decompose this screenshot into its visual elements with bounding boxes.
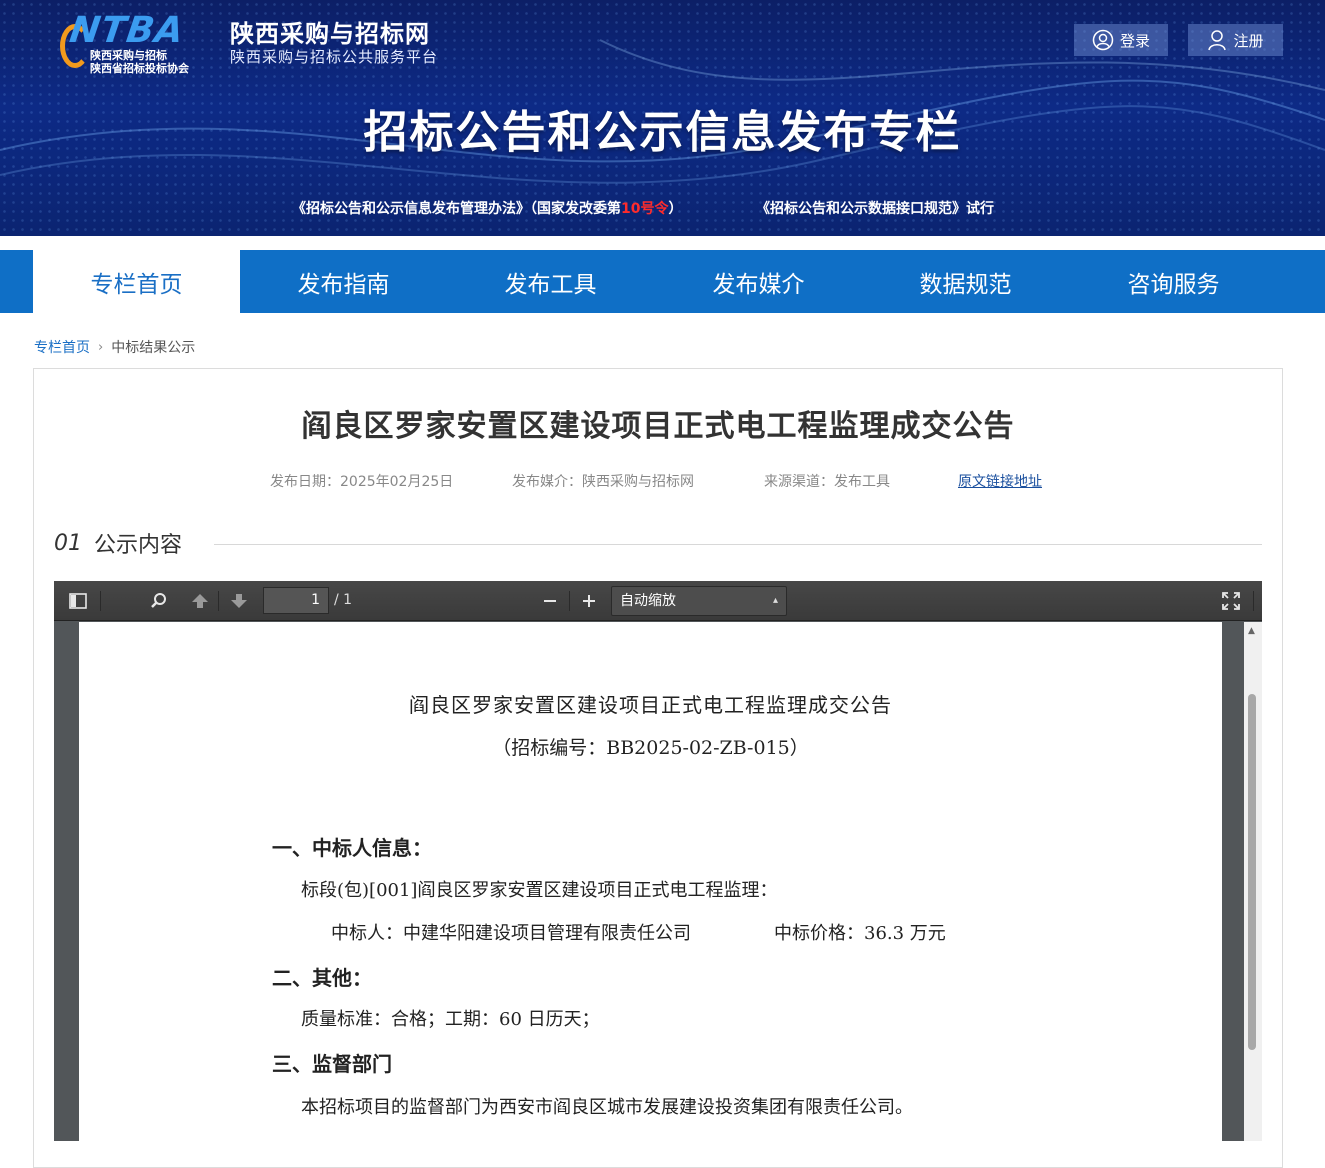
nav-item-data-spec[interactable]: 数据规范 <box>862 250 1069 313</box>
source-channel: 来源渠道：发布工具 <box>764 474 890 490</box>
fullscreen-icon[interactable] <box>1219 589 1243 613</box>
banner-title: 招标公告和公示信息发布专栏 <box>363 107 962 158</box>
section-header: 01 公示内容 <box>54 527 182 559</box>
zoom-in-icon[interactable] <box>577 589 601 613</box>
doc-quality: 质量标准：合格；工期：60 日历天； <box>301 1009 600 1030</box>
site-name: 陕西采购与招标网 <box>230 20 430 48</box>
chevron-right-icon: › <box>98 339 104 355</box>
sidebar-toggle-icon[interactable] <box>66 589 90 613</box>
nav-item-tools[interactable]: 发布工具 <box>447 250 654 313</box>
doc-price: 中标价格：36.3 万元 <box>774 923 946 944</box>
doc-title: 阎良区罗家安置区建设项目正式电工程监理成交公告 <box>409 693 892 717</box>
header-banner: NTBA 陕西采购与招标 陕西省招标投标协会 陕西采购与招标网 陕西采购与招标公… <box>0 0 1325 236</box>
nav-item-guide[interactable]: 发布指南 <box>240 250 447 313</box>
note-left-highlight: 10号令 <box>621 201 669 217</box>
publish-date: 发布日期：2025年02月25日 <box>270 474 454 490</box>
previous-page-icon[interactable] <box>188 589 212 613</box>
section-number: 01 <box>54 530 82 556</box>
scroll-thumb[interactable] <box>1248 694 1256 1050</box>
user-icon <box>1208 30 1227 51</box>
search-icon[interactable] <box>147 589 171 613</box>
doc-bid-code: （招标编号：BB2025-02-ZB-015） <box>492 737 809 759</box>
note-left-prefix: 《招标公告和公示信息发布管理办法》（国家发改委第 <box>292 201 621 217</box>
logo-text: NTBA <box>67 10 187 51</box>
zoom-out-icon[interactable] <box>538 589 562 613</box>
original-link[interactable]: 原文链接地址 <box>958 471 1042 491</box>
regulation-link-left[interactable]: 《招标公告和公示信息发布管理办法》（国家发改委第10号令） <box>292 198 682 218</box>
breadcrumb-current: 中标结果公示 <box>111 340 196 356</box>
doc-supervisor: 本招标项目的监督部门为西安市阎良区城市发展建设投资集团有限责任公司。 <box>301 1097 913 1118</box>
main-nav: 专栏首页 发布指南 发布工具 发布媒介 数据规范 咨询服务 <box>0 250 1325 313</box>
nav-item-home[interactable]: 专栏首页 <box>33 250 240 313</box>
toolbar-separator <box>218 591 219 611</box>
page-total: / 1 <box>334 592 353 608</box>
article-card: 阎良区罗家安置区建设项目正式电工程监理成交公告 发布日期：2025年02月25日… <box>33 368 1283 1168</box>
nav-item-consulting[interactable]: 咨询服务 <box>1070 250 1277 313</box>
login-button[interactable]: 登录 <box>1074 24 1168 56</box>
toolbar-separator <box>1253 591 1254 611</box>
doc-lot: 标段(包)[001]阎良区罗家安置区建设项目正式电工程监理： <box>301 880 778 901</box>
site-subtitle: 陕西采购与招标公共服务平台 <box>230 48 439 66</box>
toolbar-separator <box>569 591 570 611</box>
pdf-scrollbar[interactable]: ▲ <box>1244 622 1262 1141</box>
zoom-select[interactable]: 自动缩放 ▴▾ <box>611 586 787 634</box>
register-button[interactable]: 注册 <box>1188 24 1283 56</box>
page-number-input[interactable]: 1 <box>263 587 329 614</box>
doc-heading-winner: 一、中标人信息： <box>272 836 432 860</box>
site-logo[interactable]: NTBA 陕西采购与招标 陕西省招标投标协会 <box>60 10 222 75</box>
breadcrumb-home[interactable]: 专栏首页 <box>34 337 90 357</box>
publish-media: 发布媒介：陕西采购与招标网 <box>512 474 694 490</box>
logo-association-line2: 陕西省招标投标协会 <box>90 62 189 75</box>
article-title: 阎良区罗家安置区建设项目正式电工程监理成交公告 <box>301 409 1015 444</box>
user-circle-icon <box>1092 29 1114 51</box>
scroll-up-arrow-icon[interactable]: ▲ <box>1248 626 1255 636</box>
register-label: 注册 <box>1233 31 1264 50</box>
pdf-toolbar: 1 / 1 自动缩放 ▴▾ <box>54 581 1262 634</box>
regulation-link-right[interactable]: 《招标公告和公示数据接口规范》试行 <box>756 198 994 218</box>
nav-item-media[interactable]: 发布媒介 <box>655 250 862 313</box>
doc-heading-supervision: 三、监督部门 <box>272 1052 392 1076</box>
zoom-value: 自动缩放 <box>620 593 676 609</box>
note-left-suffix: ） <box>668 201 683 217</box>
doc-winner: 中标人：中建华阳建设项目管理有限责任公司 <box>331 923 691 944</box>
section-label: 公示内容 <box>94 533 183 558</box>
login-label: 登录 <box>1119 31 1150 50</box>
breadcrumb: 专栏首页 › 中标结果公示 <box>34 337 195 357</box>
pdf-page: 阎良区罗家安置区建设项目正式电工程监理成交公告 （招标编号：BB2025-02-… <box>79 622 1222 1141</box>
doc-heading-other: 二、其他： <box>272 966 372 990</box>
toolbar-separator <box>100 591 101 611</box>
section-divider <box>214 544 1262 545</box>
pdf-viewer: 1 / 1 自动缩放 ▴▾ 阎良区罗家安置区建设项目正式电工程 <box>54 581 1262 1141</box>
next-page-icon[interactable] <box>227 589 251 613</box>
